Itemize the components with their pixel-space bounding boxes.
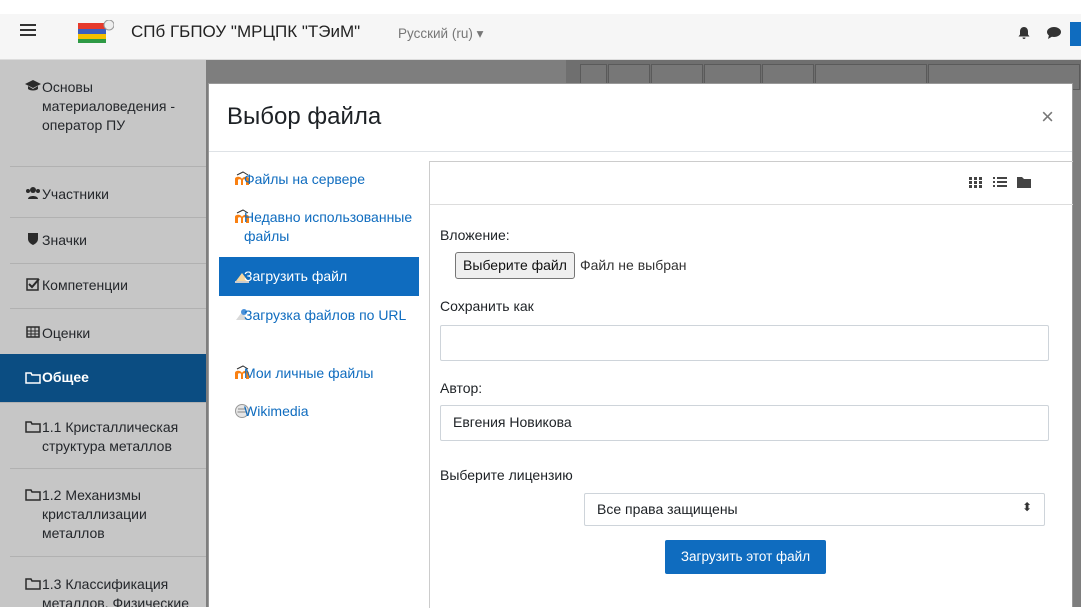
repo-label: Файлы на сервере: [244, 171, 365, 187]
file-picker-dialog: Выбор файла × Файлы на сервере Недавно и…: [208, 83, 1073, 608]
repo-upload-file[interactable]: Загрузить файл: [219, 257, 419, 296]
users-icon: [26, 187, 40, 199]
language-menu[interactable]: Русский (ru) ▾: [398, 26, 483, 42]
drawer-item-label: Общее: [42, 369, 89, 385]
checkbox-icon: [26, 278, 40, 291]
drawer-item-section-1-2[interactable]: 1.2 Механизмы кристаллизации металлов: [10, 486, 206, 557]
drawer-item-label: Значки: [42, 232, 87, 248]
drawer-item-label: Компетенции: [42, 277, 128, 293]
drawer-item-label: Участники: [42, 186, 109, 202]
folder-icon: [25, 578, 41, 590]
folder-icon: [25, 421, 41, 433]
menu-icon[interactable]: [20, 24, 36, 26]
folder-icon: [25, 372, 41, 384]
drawer-item-label: Оценки: [42, 325, 91, 341]
repo-label: Загрузить файл: [244, 268, 348, 284]
drawer-item-participants[interactable]: Участники: [10, 185, 206, 218]
drawer-item-course[interactable]: Основы материаловедения - оператор ПУ: [10, 78, 206, 167]
drawer-item-label: 1.1 Кристаллическая структура металлов: [42, 419, 179, 454]
save-as-label: Сохранить как: [440, 298, 534, 314]
repository-list: Файлы на сервере Недавно использованные …: [209, 152, 429, 608]
author-label: Автор:: [440, 380, 483, 396]
repo-private-files[interactable]: Мои личные файлы: [219, 364, 419, 384]
drawer-item-general[interactable]: Общее: [0, 354, 206, 403]
shield-icon: [28, 233, 38, 245]
grid-view-icon[interactable]: [967, 174, 985, 190]
course-navigation-drawer: Основы материаловедения - оператор ПУ Уч…: [0, 60, 206, 607]
license-label: Выберите лицензию: [440, 467, 573, 483]
drawer-item-badges[interactable]: Значки: [10, 231, 206, 264]
repo-url-download[interactable]: Загрузка файлов по URL: [219, 306, 419, 346]
dialog-title: Выбор файла: [227, 103, 382, 130]
bell-icon[interactable]: [1017, 26, 1031, 40]
repo-recent-files[interactable]: Недавно использованные файлы: [219, 208, 419, 248]
repo-label: Мои личные файлы: [244, 365, 374, 381]
repo-label: Недавно использованные файлы: [244, 209, 413, 244]
repo-wikimedia[interactable]: Wikimedia: [219, 402, 419, 422]
folder-icon: [25, 489, 41, 501]
site-name[interactable]: СПб ГБПОУ "МРЦПК "ТЭиМ": [131, 22, 360, 42]
list-view-icon[interactable]: [991, 174, 1009, 190]
site-logo[interactable]: [78, 20, 114, 43]
drawer-item-section-1-1[interactable]: 1.1 Кристаллическая структура металлов: [10, 418, 206, 469]
drawer-item-grades[interactable]: Оценки: [10, 324, 206, 357]
graduation-cap-icon: [25, 80, 41, 91]
select-arrows-icon: ⬍: [1021, 500, 1032, 514]
author-input[interactable]: Евгения Новикова: [440, 405, 1049, 441]
save-as-input[interactable]: [440, 325, 1049, 361]
attachment-label: Вложение:: [440, 227, 510, 243]
upload-file-button[interactable]: Загрузить этот файл: [665, 540, 826, 574]
no-file-text: Файл не выбран: [580, 257, 687, 273]
background-document-strip: [0, 0, 1081, 14]
license-select[interactable]: Все права защищены ⬍: [584, 493, 1045, 526]
repo-label: Загрузка файлов по URL: [244, 307, 407, 323]
upload-panel: Вложение: Выберите файл Файл не выбран С…: [429, 161, 1073, 608]
repo-server-files[interactable]: Файлы на сервере: [219, 170, 419, 190]
close-icon[interactable]: ×: [1041, 106, 1054, 128]
table-icon: [26, 326, 40, 338]
chat-icon[interactable]: [1046, 26, 1062, 40]
folder-view-icon[interactable]: [1015, 174, 1033, 190]
license-select-value: Все права защищены: [597, 501, 738, 517]
drawer-item-label: 1.2 Механизмы кристаллизации металлов: [42, 487, 147, 541]
drawer-item-competencies[interactable]: Компетенции: [10, 276, 206, 309]
choose-file-button[interactable]: Выберите файл: [455, 252, 575, 279]
drawer-item-label: 1.3 Классификация металлов. Физические: [42, 576, 189, 607]
navbar-edge-button[interactable]: [1070, 22, 1081, 46]
drawer-item-section-1-3[interactable]: 1.3 Классификация металлов. Физические: [10, 575, 206, 607]
repo-label: Wikimedia: [244, 403, 309, 419]
drawer-item-label: Основы материаловедения - оператор ПУ: [42, 79, 176, 133]
view-toolbar: [430, 162, 1073, 205]
